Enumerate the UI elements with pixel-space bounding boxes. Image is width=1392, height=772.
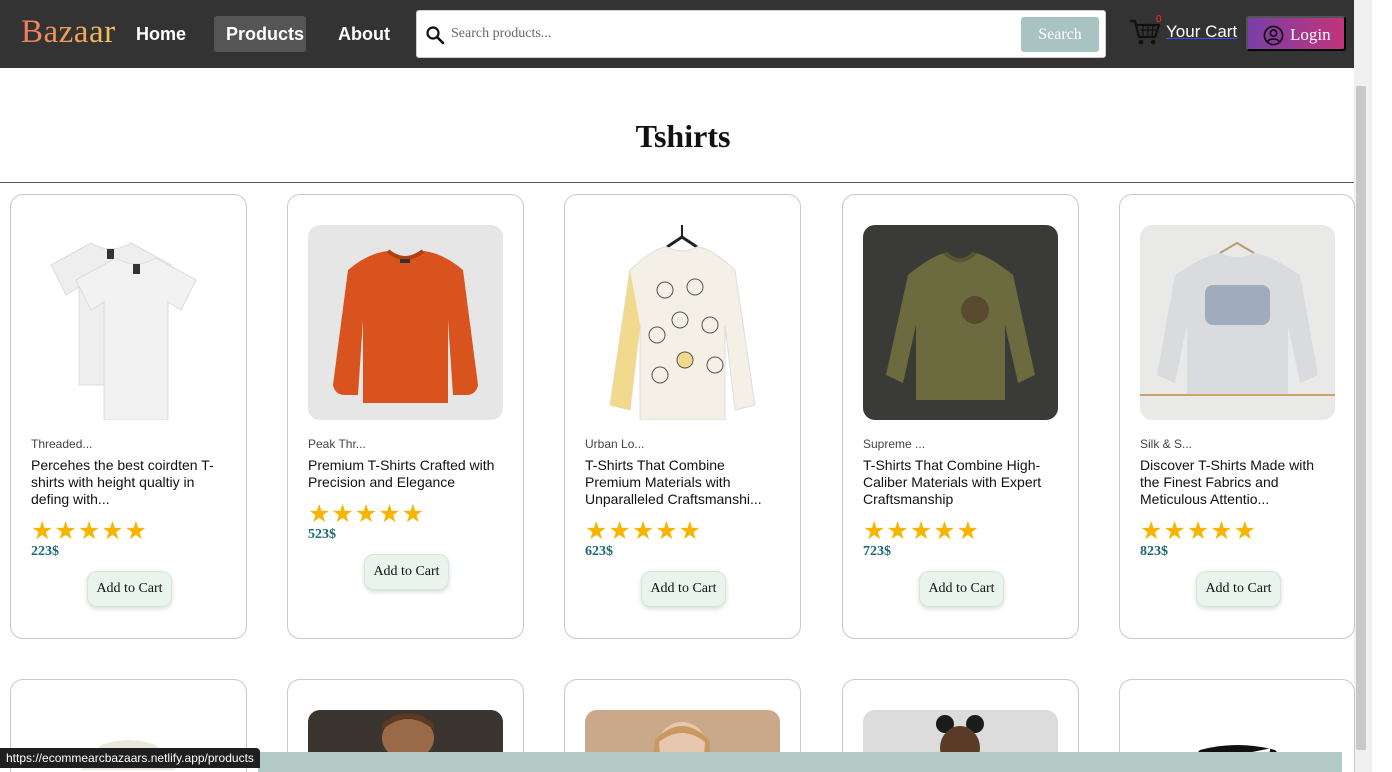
add-to-cart-button[interactable]: Add to Cart: [919, 571, 1004, 607]
navbar: Bazaar Home Products About Search 0 Your…: [0, 0, 1354, 68]
star-rating: ★★★★★: [308, 500, 426, 528]
product-image[interactable]: [585, 225, 780, 420]
product-price: 723$: [863, 544, 891, 559]
product-brand: Supreme ...: [863, 437, 926, 451]
star-rating: ★★★★★: [863, 517, 981, 545]
product-title[interactable]: T-Shirts That Combine Premium Materials …: [585, 457, 780, 508]
product-card[interactable]: Supreme ... T-Shirts That Combine High-C…: [842, 194, 1079, 639]
product-price: 523$: [308, 527, 336, 542]
cart-label[interactable]: Your Cart: [1166, 22, 1237, 42]
divider: [0, 182, 1354, 183]
product-card[interactable]: Peak Thr... Premium T-Shirts Crafted wit…: [287, 194, 524, 639]
page-title: Tshirts: [635, 118, 731, 154]
product-brand: Silk & S...: [1140, 437, 1193, 451]
nav-link-products[interactable]: Products: [214, 16, 306, 52]
bottom-bar: [258, 752, 1342, 772]
logo[interactable]: Bazaar: [21, 14, 116, 51]
star-rating: ★★★★★: [31, 517, 149, 545]
product-price: 823$: [1140, 544, 1168, 559]
nav-link-about[interactable]: About: [326, 16, 402, 52]
product-brand: Urban Lo...: [585, 437, 645, 451]
product-image[interactable]: [863, 225, 1058, 420]
product-card[interactable]: Threaded... Percehes the best coirdten T…: [10, 194, 247, 639]
search-bar: Search: [416, 10, 1106, 58]
user-circle-icon: [1263, 25, 1284, 46]
add-to-cart-button[interactable]: Add to Cart: [1196, 571, 1281, 607]
cart-count-badge: 0: [1156, 14, 1162, 25]
add-to-cart-button[interactable]: Add to Cart: [87, 571, 172, 607]
login-button[interactable]: Login: [1246, 16, 1346, 51]
product-image[interactable]: [308, 225, 503, 420]
scrollbar-thumb[interactable]: [1356, 86, 1366, 750]
nav-link-home[interactable]: Home: [124, 16, 198, 52]
product-image[interactable]: [1140, 225, 1335, 420]
product-brand: Threaded...: [31, 437, 93, 451]
add-to-cart-button[interactable]: Add to Cart: [364, 554, 449, 590]
product-image[interactable]: [31, 225, 226, 420]
add-to-cart-button[interactable]: Add to Cart: [641, 571, 726, 607]
search-input[interactable]: [449, 19, 1009, 49]
status-bar-url: https://ecommearcbazaars.netlify.app/pro…: [0, 748, 260, 768]
star-rating: ★★★★★: [1140, 517, 1258, 545]
product-price: 623$: [585, 544, 613, 559]
product-title[interactable]: Percehes the best coirdten T-shirts with…: [31, 457, 226, 508]
product-card[interactable]: Silk & S... Discover T-Shirts Made with …: [1119, 194, 1355, 639]
product-title[interactable]: Discover T-Shirts Made with the Finest F…: [1140, 457, 1335, 508]
product-brand: Peak Thr...: [308, 437, 366, 451]
product-title[interactable]: T-Shirts That Combine High-Caliber Mater…: [863, 457, 1058, 508]
search-button[interactable]: Search: [1021, 17, 1099, 52]
search-icon: [426, 26, 445, 45]
product-card[interactable]: Urban Lo... T-Shirts That Combine Premiu…: [564, 194, 801, 639]
product-title[interactable]: Premium T-Shirts Crafted with Precision …: [308, 457, 503, 491]
product-price: 223$: [31, 544, 59, 559]
login-label: Login: [1290, 25, 1331, 44]
star-rating: ★★★★★: [585, 517, 703, 545]
